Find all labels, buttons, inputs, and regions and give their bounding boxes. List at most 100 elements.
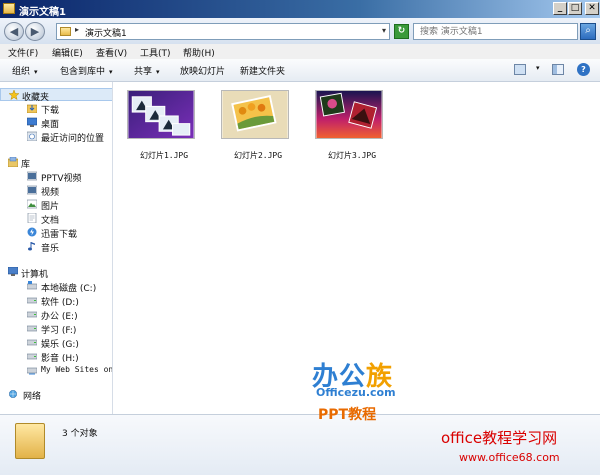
network-icon <box>9 390 17 398</box>
documents-library-icon <box>27 213 37 223</box>
address-bar[interactable]: ▸ 演示文稿1 ▾ <box>56 23 390 40</box>
nav-drive-e-label: 办公 (E:) <box>41 312 78 322</box>
nav-thunder-downloads[interactable]: 迅雷下载 <box>0 226 112 240</box>
nav-computer[interactable]: 计算机 <box>0 266 112 280</box>
command-bar: 组织 ▾ 包含到库中 ▾ 共享 ▾ 放映幻灯片 新建文件夹 ▾ ? <box>0 59 600 82</box>
slideshow-button[interactable]: 放映幻灯片 <box>180 64 225 77</box>
nav-drive-g-label: 娱乐 (G:) <box>41 340 79 350</box>
maximize-button[interactable]: □ <box>568 2 582 15</box>
system-drive-icon <box>27 281 37 290</box>
include-in-library-label: 包含到库中 <box>60 67 106 77</box>
folder-icon <box>3 3 15 14</box>
nav-documents[interactable]: 文档 <box>0 212 112 226</box>
change-view-icon[interactable] <box>514 64 526 75</box>
nav-pictures[interactable]: 图片 <box>0 198 112 212</box>
nav-drive-c-label: 本地磁盘 (C:) <box>41 284 97 294</box>
video-library-icon <box>27 171 37 181</box>
nav-thunder-downloads-label: 迅雷下载 <box>41 230 78 240</box>
nav-downloads[interactable]: 下载 <box>0 102 112 116</box>
menu-help[interactable]: 帮助(H) <box>183 46 215 59</box>
music-note-icon <box>28 242 35 251</box>
watermark-red-url: www.office68.com <box>459 451 560 464</box>
window-title: 演示文稿1 <box>19 7 66 18</box>
nav-drive-h-label: 影音 (H:) <box>41 354 79 364</box>
nav-recent[interactable]: 最近访问的位置 <box>0 130 112 144</box>
organize-button[interactable]: 组织 ▾ <box>12 64 38 77</box>
nav-favorites[interactable]: 收藏夹 <box>0 88 112 103</box>
nav-drive-d[interactable]: 软件 (D:) <box>0 294 112 308</box>
image-thumbnail-1 <box>127 90 195 139</box>
download-folder-icon <box>27 104 37 113</box>
search-box[interactable] <box>413 23 578 40</box>
nav-pptv-label: PPTV视频 <box>41 174 82 184</box>
new-folder-button[interactable]: 新建文件夹 <box>240 64 285 77</box>
drive-icon <box>27 325 37 332</box>
folder-icon <box>15 423 45 459</box>
nav-web-sites-label: My Web Sites on <box>41 365 113 374</box>
chevron-down-icon: ▾ <box>156 68 160 76</box>
nav-libraries-label: 库 <box>21 160 31 170</box>
title-bar: 演示文稿1 _ □ ✕ <box>0 0 600 18</box>
nav-pictures-label: 图片 <box>41 202 60 212</box>
drive-icon <box>27 353 37 360</box>
nav-documents-label: 文档 <box>41 216 60 226</box>
close-button[interactable]: ✕ <box>585 2 599 15</box>
back-button[interactable]: ◀ <box>4 22 24 41</box>
breadcrumb-path[interactable]: 演示文稿1 <box>85 26 127 39</box>
nav-downloads-label: 下载 <box>41 106 60 116</box>
nav-drive-f[interactable]: 学习 (F:) <box>0 322 112 336</box>
menu-tools[interactable]: 工具(T) <box>140 46 171 59</box>
forward-button[interactable]: ▶ <box>25 22 45 41</box>
nav-web-sites[interactable]: My Web Sites on <box>0 364 113 377</box>
nav-videos[interactable]: 视频 <box>0 184 112 198</box>
image-thumbnail-3 <box>315 90 383 139</box>
minimize-button[interactable]: _ <box>553 2 567 15</box>
include-in-library-button[interactable]: 包含到库中 ▾ <box>60 64 113 77</box>
nav-desktop[interactable]: 桌面 <box>0 116 112 130</box>
navigation-pane: 收藏夹 下载 桌面 最近访问的位置 库 PPTV视频 视频 图片 文档 迅雷下载… <box>0 82 113 414</box>
nav-network-label: 网络 <box>23 392 42 402</box>
recent-places-icon <box>27 131 37 141</box>
address-row: ◀ ▶ ▸ 演示文稿1 ▾ ↻ ⌕ <box>0 18 600 44</box>
nav-recent-label: 最近访问的位置 <box>41 134 105 144</box>
chevron-down-icon[interactable]: ▾ <box>382 26 386 35</box>
drive-icon <box>27 311 37 318</box>
nav-pptv[interactable]: PPTV视频 <box>0 170 112 184</box>
search-icon[interactable]: ⌕ <box>580 23 596 40</box>
breadcrumb-separator[interactable]: ▸ <box>75 25 79 34</box>
nav-drive-g[interactable]: 娱乐 (G:) <box>0 336 112 350</box>
nav-videos-label: 视频 <box>41 188 60 198</box>
nav-network[interactable]: 网络 <box>0 388 112 402</box>
chevron-down-icon: ▾ <box>109 68 113 76</box>
search-input[interactable] <box>414 24 574 39</box>
thunder-icon <box>27 227 37 237</box>
file-name: 幻灯片3.JPG <box>327 151 377 160</box>
watermark-ppt: PPT教程 <box>318 407 377 423</box>
chevron-down-icon: ▾ <box>34 68 38 76</box>
chevron-down-icon[interactable]: ▾ <box>536 64 540 72</box>
menu-view[interactable]: 查看(V) <box>96 46 127 59</box>
menu-file[interactable]: 文件(F) <box>8 46 38 59</box>
folder-icon <box>60 27 71 36</box>
computer-icon <box>8 267 18 276</box>
nav-computer-label: 计算机 <box>21 270 49 280</box>
nav-music-label: 音乐 <box>41 244 60 254</box>
organize-label: 组织 <box>12 67 31 77</box>
file-name: 幻灯片1.JPG <box>139 151 189 160</box>
watermark-site: Officezu.com <box>316 386 396 399</box>
refresh-button[interactable]: ↻ <box>394 24 409 39</box>
nav-drive-c[interactable]: 本地磁盘 (C:) <box>0 280 112 294</box>
nav-music[interactable]: 音乐 <box>0 240 112 254</box>
nav-drive-h[interactable]: 影音 (H:) <box>0 350 112 364</box>
drive-icon <box>27 297 37 304</box>
star-icon <box>9 90 19 100</box>
help-icon[interactable]: ? <box>577 63 590 76</box>
drive-icon <box>27 339 37 346</box>
share-button[interactable]: 共享 ▾ <box>134 64 160 77</box>
watermark-red-title: office教程学习网 <box>441 429 558 447</box>
preview-pane-icon[interactable] <box>552 64 564 75</box>
menu-edit[interactable]: 编辑(E) <box>52 46 83 59</box>
nav-libraries[interactable]: 库 <box>0 156 112 170</box>
library-icon <box>8 157 18 167</box>
nav-drive-e[interactable]: 办公 (E:) <box>0 308 112 322</box>
